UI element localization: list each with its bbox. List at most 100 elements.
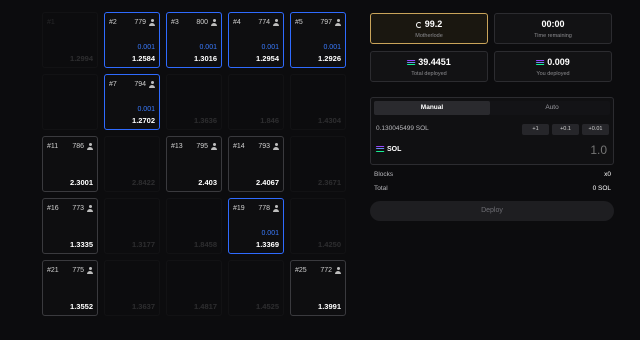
grid-block-12[interactable]: 2.8422 — [104, 136, 160, 192]
person-icon — [273, 205, 279, 212]
block-total: 2.3001 — [70, 178, 93, 187]
deploy-panel: Manual Auto 0.130045499 SOL +1 +0.1 +0.0… — [370, 97, 614, 165]
grid-block-11[interactable]: #11 786 2.3001 — [42, 136, 98, 192]
block-number: #25 — [295, 267, 307, 274]
person-icon — [149, 81, 155, 88]
motherlode-value: 99.2 — [424, 19, 443, 29]
my-deploy: 0.001 — [323, 44, 341, 51]
blocks-value: x0 — [604, 171, 611, 178]
grid-block-7[interactable]: #7 794 0.001 1.2702 — [104, 74, 160, 130]
total-deployed-label: Total deployed — [411, 71, 447, 77]
block-total: 1.4525 — [256, 302, 279, 311]
refresh-icon — [415, 21, 422, 28]
you-deployed-value: 0.009 — [547, 57, 570, 67]
block-total: 1.2926 — [318, 54, 341, 63]
block-total: 1.2954 — [256, 54, 279, 63]
grid-block-8[interactable]: 1.3636 — [166, 74, 222, 130]
grid-block-16[interactable]: #16 773 1.3335 — [42, 198, 98, 254]
total-row: Total 0 SOL — [374, 185, 614, 192]
my-deploy: 0.001 — [261, 230, 279, 237]
miner-count: 772 — [320, 267, 332, 274]
solana-icon — [406, 59, 416, 66]
block-total: 1.3637 — [132, 302, 155, 311]
time-card: 00:00 Time remaining — [494, 13, 612, 44]
block-number: #4 — [233, 19, 241, 26]
grid-block-23[interactable]: 1.4817 — [166, 260, 222, 316]
tab-manual[interactable]: Manual — [374, 101, 490, 115]
person-icon — [335, 19, 341, 26]
miner-count: 793 — [258, 143, 270, 150]
block-total: 2.8422 — [132, 178, 155, 187]
my-deploy: 0.001 — [137, 44, 155, 51]
person-icon — [273, 19, 279, 26]
person-icon — [335, 267, 341, 274]
total-label: Total — [374, 185, 388, 192]
block-number: #5 — [295, 19, 303, 26]
block-total: 1.3335 — [70, 240, 93, 249]
miner-count: 779 — [134, 19, 146, 26]
block-number: #21 — [47, 267, 59, 274]
grid-block-14[interactable]: #14 793 2.4067 — [228, 136, 284, 192]
grid-block-6[interactable] — [42, 74, 98, 130]
person-icon — [211, 19, 217, 26]
block-number: #7 — [109, 81, 117, 88]
miner-count: 774 — [258, 19, 270, 26]
grid-block-1[interactable]: #1 1.2994 — [42, 12, 98, 68]
person-icon — [273, 143, 279, 150]
grid-block-3[interactable]: #3 800 0.001 1.3016 — [166, 12, 222, 68]
wallet-balance: 0.130045499 SOL — [376, 125, 429, 132]
mode-tabs: Manual Auto — [374, 101, 610, 115]
block-total: 1.3991 — [318, 302, 341, 311]
amount-input[interactable] — [527, 143, 607, 157]
grid-block-21[interactable]: #21 775 1.3552 — [42, 260, 98, 316]
grid-block-15[interactable]: 2.3671 — [290, 136, 346, 192]
grid-block-5[interactable]: #5 797 0.001 1.2926 — [290, 12, 346, 68]
grid-block-24[interactable]: 1.4525 — [228, 260, 284, 316]
block-number: #1 — [47, 19, 55, 26]
token-label: SOL — [387, 146, 402, 153]
you-deployed-label: You deployed — [536, 71, 570, 77]
block-total: 1.4250 — [318, 240, 341, 249]
add-0-1-button[interactable]: +0.1 — [552, 124, 579, 135]
miner-count: 775 — [72, 267, 84, 274]
solana-icon — [535, 59, 545, 66]
total-value: 0 SOL — [592, 185, 611, 192]
grid-block-20[interactable]: 1.4250 — [290, 198, 346, 254]
block-number: #14 — [233, 143, 245, 150]
block-number: #19 — [233, 205, 245, 212]
grid-block-25[interactable]: #25 772 1.3991 — [290, 260, 346, 316]
block-total: 1.3177 — [132, 240, 155, 249]
add-1-button[interactable]: +1 — [522, 124, 549, 135]
grid-block-9[interactable]: 1.846 — [228, 74, 284, 130]
total-deployed-card: 39.4451 Total deployed — [370, 51, 488, 82]
grid-block-4[interactable]: #4 774 0.001 1.2954 — [228, 12, 284, 68]
grid-block-18[interactable]: 1.8458 — [166, 198, 222, 254]
motherlode-label: Motherlode — [415, 33, 443, 39]
person-icon — [149, 19, 155, 26]
motherlode-card: 99.2 Motherlode — [370, 13, 488, 44]
time-label: Time remaining — [534, 33, 572, 39]
block-number: #13 — [171, 143, 183, 150]
token-selector: SOL — [375, 146, 402, 153]
grid-block-19[interactable]: #19 778 0.001 1.3369 — [228, 198, 284, 254]
block-total: 1.4304 — [318, 116, 341, 125]
block-total: 1.8458 — [194, 240, 217, 249]
my-deploy: 0.001 — [199, 44, 217, 51]
block-total: 1.2994 — [70, 54, 93, 63]
block-total: 1.2702 — [132, 116, 155, 125]
block-total: 1.846 — [260, 116, 279, 125]
grid-block-13[interactable]: #13 795 2.403 — [166, 136, 222, 192]
add-0-01-button[interactable]: +0.01 — [582, 124, 609, 135]
grid-block-17[interactable]: 1.3177 — [104, 198, 160, 254]
grid-block-2[interactable]: #2 779 0.001 1.2584 — [104, 12, 160, 68]
grid-block-10[interactable]: 1.4304 — [290, 74, 346, 130]
deploy-button[interactable]: Deploy — [370, 201, 614, 221]
tab-auto[interactable]: Auto — [494, 101, 610, 115]
miner-count: 795 — [196, 143, 208, 150]
solana-icon — [375, 146, 385, 153]
time-value: 00:00 — [541, 19, 565, 29]
block-total: 2.4067 — [256, 178, 279, 187]
total-deployed-value: 39.4451 — [418, 57, 451, 67]
grid-block-22[interactable]: 1.3637 — [104, 260, 160, 316]
my-deploy: 0.001 — [137, 106, 155, 113]
